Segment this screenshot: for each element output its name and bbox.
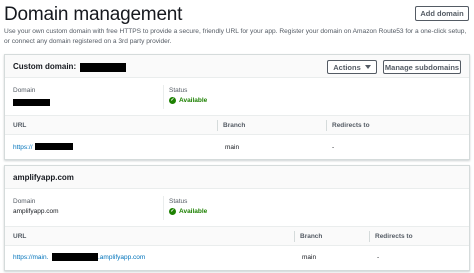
domain-label: Domain	[13, 87, 36, 94]
column-divider	[326, 120, 327, 131]
table-header: URL Branch Redirects to	[5, 116, 469, 135]
url-link-prefix[interactable]: https://	[13, 144, 33, 151]
redacted-domain-value	[13, 99, 50, 106]
custom-domain-card: Custom domain: Actions Manage subdomains…	[4, 54, 470, 160]
redirects-cell: -	[332, 144, 335, 151]
column-divider	[294, 231, 295, 242]
status-badge: ✓ Available	[169, 208, 207, 215]
actions-label: Actions	[333, 62, 361, 72]
custom-domain-title: Custom domain:	[13, 62, 77, 71]
amplify-domain-card: amplifyapp.com Domain amplifyapp.com Sta…	[4, 165, 470, 271]
redacted-domain-name	[80, 63, 126, 72]
custom-domain-table: URL Branch Redirects to https:// main -	[5, 115, 469, 151]
add-domain-button[interactable]: Add domain	[415, 6, 469, 21]
column-header-url: URL	[13, 122, 27, 129]
column-header-branch: Branch	[300, 233, 323, 240]
domain-label: Domain	[13, 198, 36, 205]
branch-cell: main	[225, 144, 240, 151]
column-header-redirects: Redirects to	[375, 233, 413, 240]
amplify-domain-title: amplifyapp.com	[13, 173, 74, 182]
status-label: Status	[169, 198, 188, 205]
page-title: Domain management	[4, 4, 183, 25]
actions-dropdown-button[interactable]: Actions	[327, 60, 377, 74]
column-header-url: URL	[13, 233, 27, 240]
status-badge: ✓ Available	[169, 97, 207, 104]
custom-domain-card-header: Custom domain: Actions Manage subdomains	[5, 55, 469, 78]
status-label: Status	[169, 87, 188, 94]
status-value: Available	[179, 208, 208, 215]
redirects-cell: -	[377, 254, 380, 261]
manage-subdomains-button[interactable]: Manage subdomains	[383, 60, 461, 74]
domain-value: amplifyapp.com	[13, 208, 59, 215]
check-circle-icon: ✓	[169, 208, 176, 215]
column-header-branch: Branch	[223, 122, 246, 129]
url-link-suffix[interactable]: .amplifyapp.com	[98, 254, 145, 261]
amplify-domain-table: URL Branch Redirects to https://main. .a…	[5, 226, 469, 266]
check-circle-icon: ✓	[169, 97, 176, 104]
caret-down-icon	[364, 65, 371, 69]
branch-cell: main	[302, 254, 317, 261]
redacted-url	[35, 143, 73, 150]
column-divider	[163, 85, 164, 109]
column-divider	[369, 231, 370, 242]
column-header-redirects: Redirects to	[332, 122, 370, 129]
url-link-prefix[interactable]: https://main.	[13, 254, 48, 261]
table-header: URL Branch Redirects to	[5, 227, 469, 246]
url-cell[interactable]: https://	[13, 144, 33, 151]
column-divider	[163, 196, 164, 220]
column-divider	[217, 120, 218, 131]
url-cell[interactable]: https://main.	[13, 254, 48, 261]
amplify-domain-card-header: amplifyapp.com	[5, 166, 469, 189]
status-value: Available	[179, 97, 208, 104]
page-description: Use your own custom domain with free HTT…	[4, 28, 467, 45]
redacted-url	[52, 253, 98, 261]
